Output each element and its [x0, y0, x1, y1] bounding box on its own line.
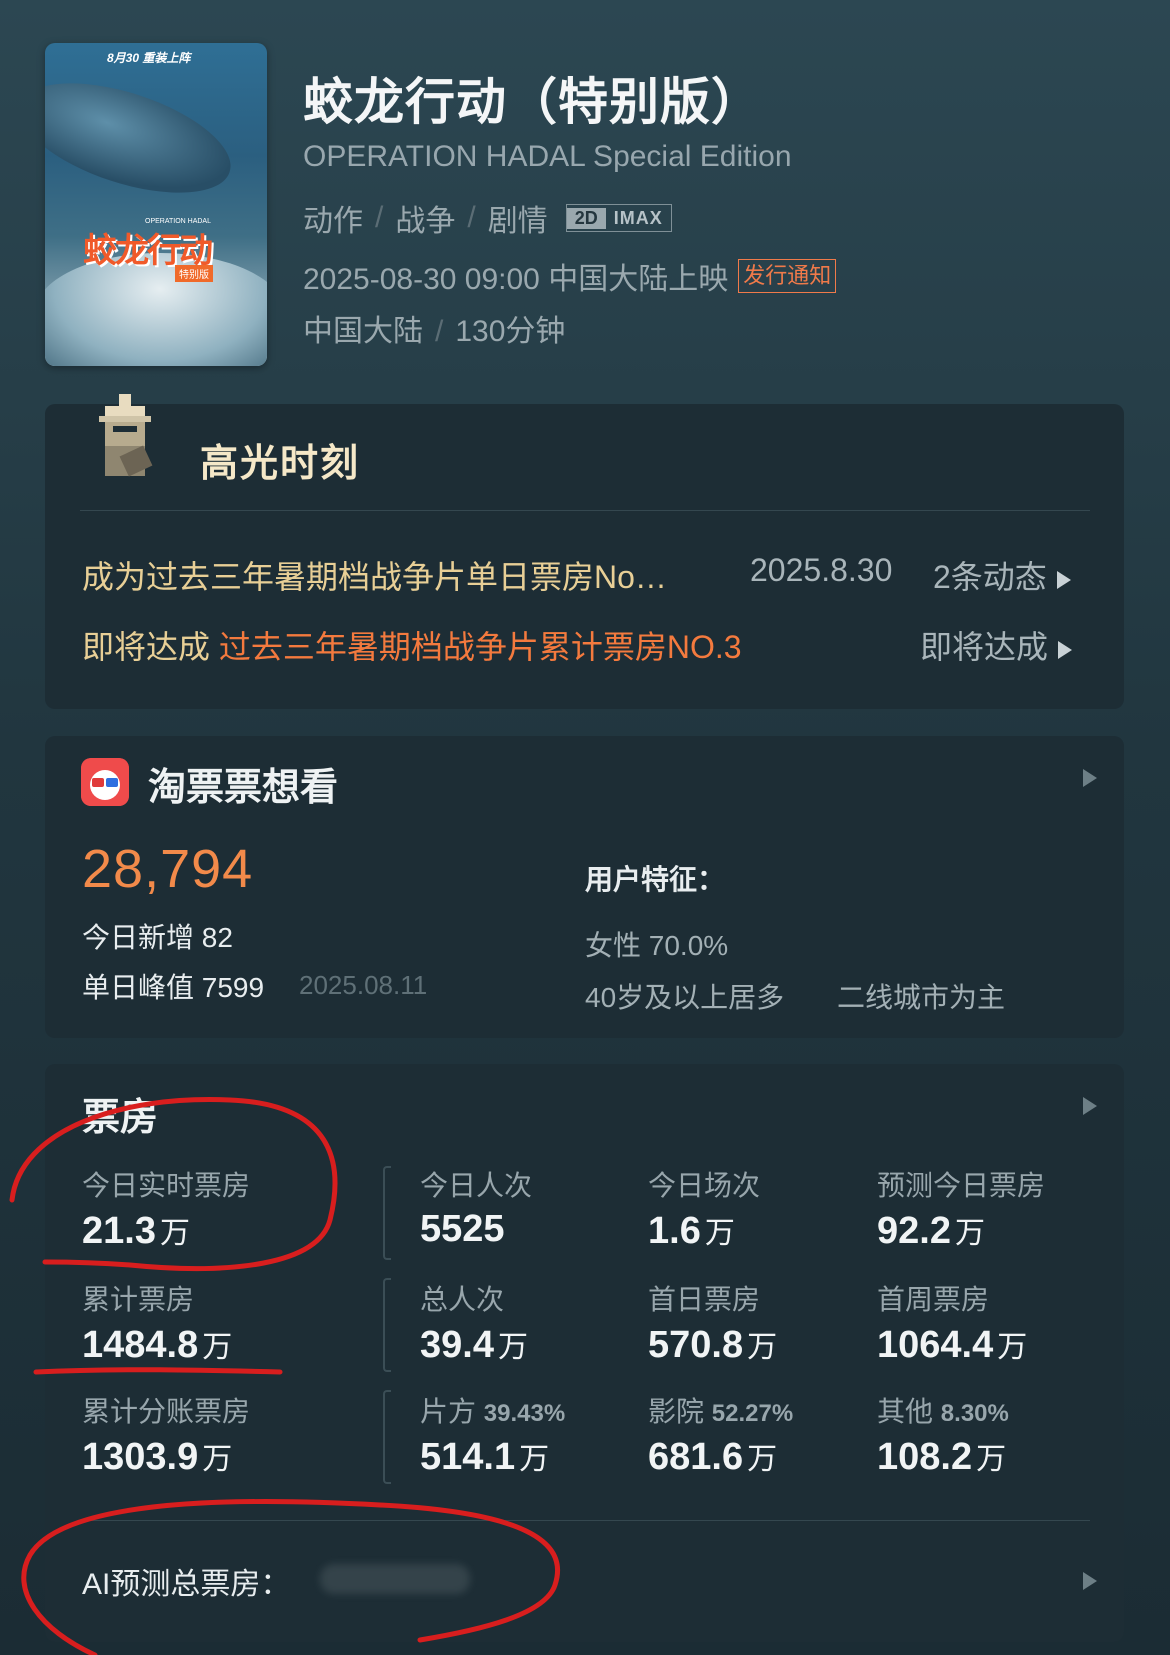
stat-opening-week: 首周票房 1064.4 万 — [877, 1284, 1028, 1366]
highlight-item[interactable]: 成为过去三年暑期档战争片单日票房No… — [82, 552, 667, 598]
box-office-card[interactable]: 票房 今日实时票房 21.3 万 今日人次 5525 今日场次 1.6 万 预测今日票房 9… — [45, 1064, 1124, 1642]
highlights-title: 高光时刻 — [200, 443, 361, 485]
column-divider — [383, 1390, 391, 1484]
today-new: 今日新增 82 — [82, 922, 233, 953]
ai-forecast-label[interactable]: AI预测总票房： — [82, 1559, 290, 1603]
highlight-updates-link[interactable]: 2条动态 — [933, 552, 1071, 598]
release-notice-link[interactable]: 发行通知 — [738, 259, 837, 293]
column-divider — [383, 1166, 391, 1260]
movie-poster[interactable]: 8月30 重装上阵 OPERATION HADAL 蛟龙行动 特别版 — [45, 43, 267, 366]
highlight-date: 2025.8.30 — [750, 552, 893, 588]
genre: 战争 — [395, 205, 456, 238]
ai-forecast-value-blurred — [320, 1564, 470, 1594]
movie-title-en: OPERATION HADAL Special Edition — [303, 140, 792, 173]
stat-today-screenings: 今日场次 1.6 万 — [648, 1170, 761, 1252]
feature-age: 40岁及以上居多 — [585, 982, 785, 1013]
movie-title: 蛟龙行动（特别版） — [303, 74, 762, 130]
stat-cumulative-split: 累计分账票房 1303.9 万 — [82, 1396, 251, 1478]
chevron-right-icon[interactable] — [1083, 1097, 1097, 1115]
submarine-art — [45, 61, 244, 215]
stat-total-admissions: 总人次 39.4 万 — [420, 1284, 528, 1366]
release-row: 2025-08-30 09:00 中国大陆上映 发行通知 — [303, 254, 837, 298]
genre: 剧情 — [487, 205, 548, 238]
highlight-upcoming[interactable]: 即将达成 过去三年暑期档战争片累计票房NO.3 — [82, 622, 742, 668]
poster-badge: 8月30 重装上阵 — [107, 51, 191, 65]
chevron-right-icon[interactable] — [1083, 1572, 1097, 1590]
release-info: 2025-08-30 09:00 中国大陆上映 — [303, 263, 729, 296]
poster-tag: 特别版 — [175, 265, 213, 282]
chevron-right-icon — [1058, 640, 1073, 659]
stat-today-realtime: 今日实时票房 21.3 万 — [82, 1170, 251, 1252]
stat-cumulative: 累计票房 1484.8 万 — [82, 1284, 233, 1366]
feature-city: 二线城市为主 — [837, 982, 1006, 1013]
highlights-card: 高光时刻 成为过去三年暑期档战争片单日票房No… 2025.8.30 2条动态 … — [45, 394, 1124, 709]
chevron-right-icon[interactable] — [1083, 769, 1097, 787]
daily-peak: 单日峰值 7599 — [82, 972, 265, 1003]
taopiao-logo-icon — [81, 758, 129, 806]
divider — [80, 510, 1090, 511]
taopiao-title: 淘票票想看 — [148, 767, 339, 809]
separator: / — [467, 201, 476, 234]
lighthouse-film-icon — [99, 394, 153, 477]
upcoming-milestone: 过去三年暑期档战争片累计票房NO.3 — [218, 629, 742, 665]
stat-forecast-today: 预测今日票房 92.2 万 — [877, 1170, 1046, 1252]
stat-today-admissions: 今日人次 5525 — [420, 1170, 533, 1250]
taopiao-want-card[interactable]: 淘票票想看 28,794 今日新增 82 单日峰值 7599 2025.08.1… — [45, 736, 1124, 1038]
genre: 动作 — [303, 205, 363, 238]
format-badge: 2D IMAX — [565, 204, 672, 232]
divider — [80, 1520, 1090, 1521]
column-divider — [383, 1278, 391, 1372]
user-features-title: 用户特征： — [585, 864, 726, 895]
peak-date: 2025.08.11 — [299, 970, 428, 1000]
stat-other-share: 其他 8.30% 108.2 万 — [877, 1396, 1009, 1478]
box-office-title: 票房 — [82, 1097, 159, 1139]
genre-row: 动作 / 战争 / 剧情 2D IMAX — [303, 196, 672, 240]
upcoming-link[interactable]: 即将达成 — [920, 622, 1073, 668]
feature-gender: 女性 70.0% — [585, 930, 729, 961]
stat-opening-day: 首日票房 570.8 万 — [648, 1284, 778, 1366]
stat-cinema-share: 影院 52.27% 681.6 万 — [648, 1396, 794, 1478]
stat-producer-share: 片方 39.43% 514.1 万 — [420, 1396, 566, 1478]
want-count: 28,794 — [82, 839, 254, 899]
region-duration: 中国大陆/130分钟 — [303, 315, 566, 348]
chevron-right-icon — [1056, 570, 1071, 589]
separator: / — [375, 201, 384, 234]
